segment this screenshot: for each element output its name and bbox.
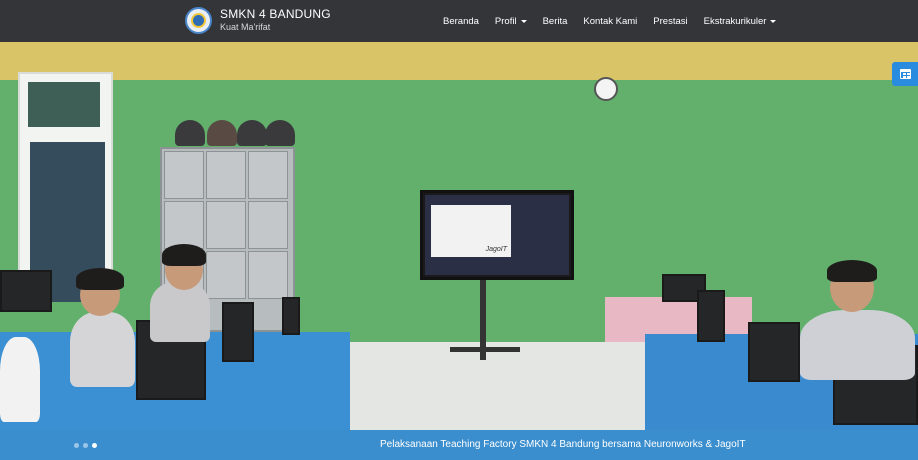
main-nav: Beranda Profil Berita Kontak Kami Presta… <box>443 0 792 42</box>
hero-slide-image: JagoIT <box>0 42 918 430</box>
student <box>800 310 915 380</box>
student <box>150 282 210 342</box>
nav-item-profil[interactable]: Profil <box>495 16 527 27</box>
helmet <box>265 120 295 146</box>
tv-display: JagoIT <box>420 190 574 280</box>
wall-top <box>0 42 918 80</box>
carousel-dot-2[interactable] <box>83 443 88 448</box>
nav-item-prestasi[interactable]: Prestasi <box>653 16 687 27</box>
nav-item-beranda[interactable]: Beranda <box>443 16 479 27</box>
school-logo <box>185 7 212 34</box>
nav-item-ekstrakurikuler[interactable]: Ekstrakurikuler <box>704 16 777 27</box>
navbar: SMKN 4 BANDUNG Kuat Ma'rifat Beranda Pro… <box>0 0 918 42</box>
calendar-button[interactable] <box>892 62 918 86</box>
brand-name: SMKN 4 BANDUNG <box>220 7 331 22</box>
student <box>0 337 40 422</box>
wall-clock <box>594 77 618 101</box>
caret-down-icon <box>770 19 777 23</box>
carousel-indicators <box>74 443 101 448</box>
tv-brand-text: JagoIT <box>485 246 507 253</box>
brand-tagline: Kuat Ma'rifat <box>220 21 271 32</box>
laptop <box>748 322 800 382</box>
laptop <box>222 302 254 362</box>
tv-stand-base <box>450 347 520 352</box>
laptop <box>282 297 300 335</box>
monitor <box>697 290 725 342</box>
calendar-icon <box>899 69 911 79</box>
nav-item-berita[interactable]: Berita <box>543 16 568 27</box>
caret-down-icon <box>520 19 527 23</box>
helmet <box>237 120 267 146</box>
nav-item-kontak-kami[interactable]: Kontak Kami <box>583 16 637 27</box>
carousel-dot-1[interactable] <box>74 443 79 448</box>
monitor <box>0 270 52 312</box>
carousel-dot-3[interactable] <box>92 443 97 448</box>
brand[interactable]: SMKN 4 BANDUNG Kuat Ma'rifat <box>185 7 331 34</box>
student <box>70 312 135 387</box>
carousel-caption-bar: Pelaksanaan Teaching Factory SMKN 4 Band… <box>0 430 918 460</box>
helmet <box>175 120 205 146</box>
carousel-caption: Pelaksanaan Teaching Factory SMKN 4 Band… <box>380 439 746 450</box>
helmet <box>207 120 237 146</box>
